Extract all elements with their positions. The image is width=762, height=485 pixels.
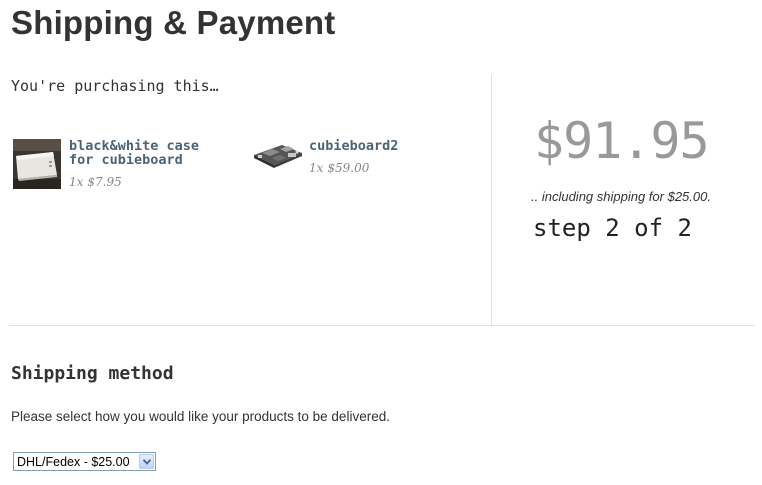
white-case-icon[interactable]	[13, 139, 61, 189]
section-divider	[9, 325, 755, 326]
product-quantity: 1x	[69, 175, 84, 189]
purchasing-heading: You're purchasing this…	[11, 77, 219, 95]
product-price: $7.95	[87, 175, 122, 189]
product-name-line1[interactable]: black&white case	[69, 139, 199, 153]
product-quantity: 1x	[309, 161, 324, 175]
vertical-divider	[491, 75, 492, 325]
page-title: Shipping & Payment	[11, 4, 336, 41]
shipping-cost-note: .. including shipping for $25.00.	[531, 189, 711, 204]
shipping-instructions: Please select how you would like your pr…	[11, 409, 390, 424]
product-name[interactable]: cubieboard2	[309, 139, 398, 153]
product-item-cubieboard2: cubieboard2 1x $59.00	[252, 139, 452, 179]
circuit-board-icon[interactable]	[252, 139, 304, 171]
shipping-method-select[interactable]: DHL/Fedex - $25.00	[13, 452, 156, 471]
product-price: $59.00	[327, 161, 370, 175]
shipping-method-heading: Shipping method	[11, 363, 174, 384]
order-total: $91.95	[534, 112, 710, 170]
product-name-line2[interactable]: for cubieboard	[69, 153, 183, 167]
shipping-method-selected-value: DHL/Fedex - $25.00	[17, 455, 130, 469]
product-price-info: 1x $59.00	[309, 161, 369, 175]
product-price-info: 1x $7.95	[69, 175, 122, 189]
product-item-case: black&white case for cubieboard 1x $7.95	[13, 139, 233, 195]
chevron-down-icon[interactable]	[139, 454, 154, 469]
step-indicator: step 2 of 2	[533, 214, 692, 242]
